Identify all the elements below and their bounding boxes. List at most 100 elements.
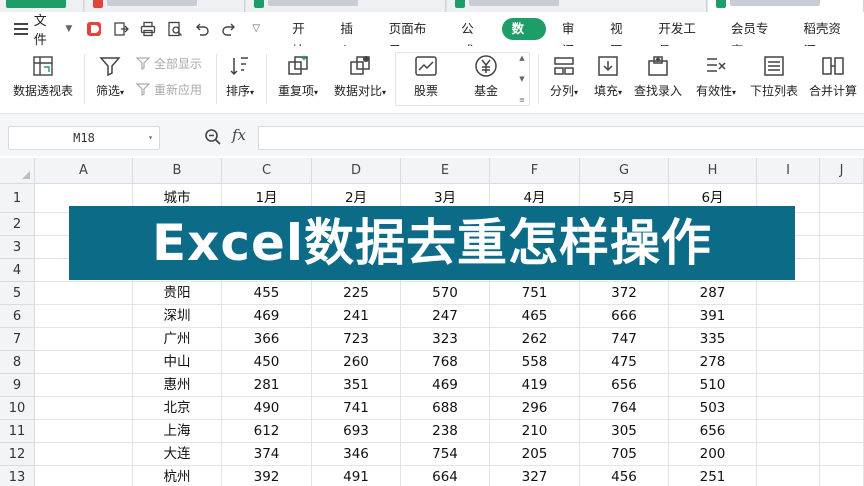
cell-i8[interactable] — [757, 351, 820, 374]
cell-b9[interactable]: 惠州 — [133, 374, 222, 397]
cell-e5[interactable]: 570 — [401, 282, 490, 305]
chevron-down-icon[interactable]: ▼ — [65, 24, 72, 34]
cell-g9[interactable]: 656 — [580, 374, 669, 397]
cell-a11[interactable] — [35, 420, 133, 443]
cell-j12[interactable] — [820, 443, 864, 466]
tab-page-layout[interactable]: 页面布局 — [377, 18, 450, 58]
cell-i11[interactable] — [757, 420, 820, 443]
column-header-g[interactable]: G — [580, 158, 669, 184]
reapply-button[interactable]: 重新应用 — [136, 80, 202, 98]
cell-h5[interactable]: 287 — [669, 282, 757, 305]
tab-formulas[interactable]: 公式 — [449, 18, 497, 58]
cell-h13[interactable]: 251 — [669, 466, 757, 486]
tab-data[interactable]: 数据 — [501, 18, 546, 58]
cell-b8[interactable]: 中山 — [133, 351, 222, 374]
hamburger-menu-icon[interactable] — [14, 23, 28, 35]
cell-b10[interactable]: 北京 — [133, 397, 222, 420]
cell-b7[interactable]: 广州 — [133, 328, 222, 351]
column-header-c[interactable]: C — [222, 158, 312, 184]
cell-c7[interactable]: 366 — [222, 328, 312, 351]
cell-f13[interactable]: 327 — [490, 466, 580, 486]
sort-button[interactable]: 排序▾ — [220, 46, 260, 114]
more-icon[interactable]: ▽ — [248, 21, 264, 37]
stock-button[interactable]: 股票 — [398, 46, 454, 114]
cell-i13[interactable] — [757, 466, 820, 486]
cell-g11[interactable]: 305 — [580, 420, 669, 443]
row-header-4[interactable]: 4 — [0, 259, 35, 282]
cell-c13[interactable]: 392 — [222, 466, 312, 486]
data-compare-button[interactable]: 数据对比▾ — [330, 46, 390, 114]
cell-f6[interactable]: 465 — [490, 305, 580, 328]
cell-f9[interactable]: 419 — [490, 374, 580, 397]
row-header-10[interactable]: 10 — [0, 397, 35, 420]
cell-h10[interactable]: 503 — [669, 397, 757, 420]
cell-g7[interactable]: 747 — [580, 328, 669, 351]
cell-f12[interactable]: 205 — [490, 443, 580, 466]
column-header-e[interactable]: E — [401, 158, 490, 184]
document-tab[interactable] — [246, 0, 446, 12]
tab-docer-resources[interactable]: 稻壳资源 — [791, 18, 864, 58]
redo-icon[interactable] — [221, 21, 237, 37]
cell-j9[interactable] — [820, 374, 864, 397]
cell-i6[interactable] — [757, 305, 820, 328]
undo-icon[interactable] — [194, 21, 210, 37]
row-header-9[interactable]: 9 — [0, 374, 35, 397]
cell-f11[interactable]: 210 — [490, 420, 580, 443]
cell-j7[interactable] — [820, 328, 864, 351]
cell-e10[interactable]: 688 — [401, 397, 490, 420]
row-header-12[interactable]: 12 — [0, 443, 35, 466]
cell-j10[interactable] — [820, 397, 864, 420]
gallery-scroll[interactable]: ▲ ▼ ≡ — [515, 52, 529, 106]
cell-c8[interactable]: 450 — [222, 351, 312, 374]
cell-b6[interactable]: 深圳 — [133, 305, 222, 328]
gallery-expand-icon[interactable]: ≡ — [519, 96, 525, 104]
cell-d12[interactable]: 346 — [312, 443, 401, 466]
dropdown-list-button[interactable]: 下拉列表 — [746, 46, 802, 114]
document-tab[interactable] — [447, 0, 707, 12]
fund-button[interactable]: 基金 — [458, 46, 514, 114]
cell-f5[interactable]: 751 — [490, 282, 580, 305]
cell-j3[interactable] — [820, 236, 864, 259]
cell-g10[interactable]: 764 — [580, 397, 669, 420]
row-header-2[interactable]: 2 — [0, 213, 35, 236]
cell-e9[interactable]: 469 — [401, 374, 490, 397]
cell-j13[interactable] — [820, 466, 864, 486]
chevron-down-icon[interactable]: ▾ — [148, 127, 153, 149]
docer-icon[interactable] — [86, 21, 102, 37]
cell-e13[interactable]: 664 — [401, 466, 490, 486]
row-header-6[interactable]: 6 — [0, 305, 35, 328]
filter-button[interactable]: 筛选▾ — [88, 46, 132, 114]
lookup-entry-button[interactable]: 查找录入 — [630, 46, 686, 114]
cell-d10[interactable]: 741 — [312, 397, 401, 420]
file-menu[interactable]: 文件 — [34, 10, 60, 48]
cell-i7[interactable] — [757, 328, 820, 351]
select-all-corner[interactable] — [0, 158, 35, 184]
pivot-table-button[interactable]: 数据透视表 — [6, 46, 80, 114]
column-header-h[interactable]: H — [669, 158, 757, 184]
cell-e8[interactable]: 768 — [401, 351, 490, 374]
duplicates-button[interactable]: 重复项▾ — [270, 46, 326, 114]
cell-d7[interactable]: 723 — [312, 328, 401, 351]
row-header-13[interactable]: 13 — [0, 466, 35, 486]
cell-d6[interactable]: 241 — [312, 305, 401, 328]
print-preview-icon[interactable] — [167, 21, 183, 37]
print-icon[interactable] — [140, 21, 156, 37]
cell-g12[interactable]: 705 — [580, 443, 669, 466]
cell-f8[interactable]: 558 — [490, 351, 580, 374]
cell-a8[interactable] — [35, 351, 133, 374]
document-tab-active[interactable] — [708, 0, 864, 12]
cell-j4[interactable] — [820, 259, 864, 282]
fill-button[interactable]: 填充▾ — [586, 46, 630, 114]
cell-f7[interactable]: 262 — [490, 328, 580, 351]
tab-view[interactable]: 视图 — [598, 18, 646, 58]
row-header-1[interactable]: 1 — [0, 184, 35, 213]
cell-h9[interactable]: 510 — [669, 374, 757, 397]
cell-h12[interactable]: 200 — [669, 443, 757, 466]
cell-i12[interactable] — [757, 443, 820, 466]
cell-g13[interactable]: 456 — [580, 466, 669, 486]
cell-h6[interactable]: 391 — [669, 305, 757, 328]
cell-c10[interactable]: 490 — [222, 397, 312, 420]
cell-h7[interactable]: 335 — [669, 328, 757, 351]
cell-b12[interactable]: 大连 — [133, 443, 222, 466]
cell-h11[interactable]: 656 — [669, 420, 757, 443]
